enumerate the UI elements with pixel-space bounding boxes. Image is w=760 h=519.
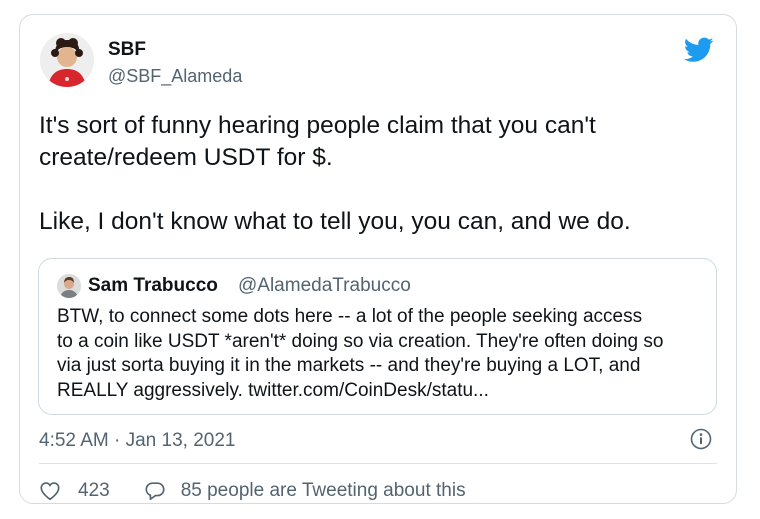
tweet-card: SBF @SBF_Alameda It's sort of funny hear… [19,14,737,504]
tweet-text-gap [39,174,719,206]
speech-bubble-icon[interactable] [144,480,166,502]
tweet-timestamp[interactable]: 4:52 AM · Jan 13, 2021 [39,430,235,452]
divider [39,463,717,464]
avatar[interactable] [40,33,94,87]
tweet-text-line: create/redeem USDT for $. [39,144,333,171]
display-name[interactable]: SBF [108,39,146,61]
quoted-avatar-image [57,274,81,298]
quoted-tweet-text: BTW, to connect some dots here -- a lot … [57,305,712,403]
info-icon[interactable] [690,428,712,450]
quoted-text-line: via just sorta buying it in the markets … [57,355,641,376]
tweet-actions: 423 85 people are Tweeting about this [39,480,466,502]
user-handle[interactable]: @SBF_Alameda [108,66,242,87]
quoted-avatar[interactable] [57,274,81,298]
heart-icon[interactable] [39,480,61,502]
quoted-text-line[interactable]: REALLY aggressively. twitter.com/CoinDes… [57,379,712,404]
quoted-tweet[interactable]: Sam Trabucco @AlamedaTrabucco BTW, to co… [38,258,717,415]
quoted-user-handle[interactable]: @AlamedaTrabucco [238,275,411,297]
avatar-image [40,33,94,87]
tweet-text: It's sort of funny hearing people claim … [39,110,719,238]
twitter-bird-icon[interactable] [684,37,714,63]
tweet-text-line: Like, I don't know what to tell you, you… [39,208,631,235]
tweeting-about-link[interactable]: 85 people are Tweeting about this [181,480,466,502]
like-count[interactable]: 423 [78,480,110,502]
tweet-text-line: It's sort of funny hearing people claim … [39,112,596,139]
quoted-text-line: to a coin like USDT *aren't* doing so vi… [57,330,664,352]
quoted-text-line: BTW, to connect some dots here -- a lot … [57,306,643,327]
quoted-display-name[interactable]: Sam Trabucco [88,275,218,297]
